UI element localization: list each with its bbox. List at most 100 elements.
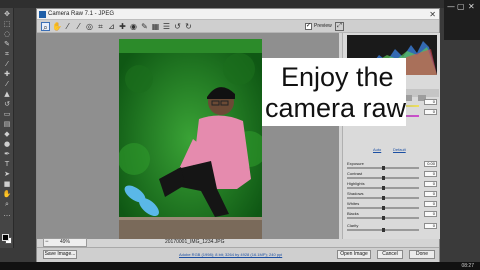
slider-label: Clarity: [347, 223, 359, 228]
zoom-minus-icon[interactable]: −: [45, 239, 49, 246]
caption-line-2: camera raw: [265, 93, 407, 123]
slider-value-field[interactable]: 0: [424, 191, 437, 197]
minimize-icon[interactable]: —: [447, 2, 455, 11]
slider-value-field[interactable]: 0.00: [424, 161, 437, 167]
camera-raw-toolbar: ⌕ ✋ ⁄ ⁄ ◎ ⌗ ⊿ ✚ ◉ ✎ ▦ ☰ ↺ ↻ ✓ Preview ⤢: [37, 20, 439, 33]
blur-tool-icon[interactable]: ◆: [2, 131, 12, 138]
slider-thumb[interactable]: [382, 176, 385, 180]
history-brush-icon[interactable]: ↺: [2, 101, 12, 108]
hand-tool-icon[interactable]: ✋: [2, 191, 12, 198]
workflow-options-link[interactable]: Adobe RGB (1998); 8 bit; 3264 by 4928 (1…: [179, 252, 282, 257]
slider-row-shadows: Shadows 0: [347, 191, 437, 200]
slider-thumb[interactable]: [382, 196, 385, 200]
crop-tool-icon[interactable]: ⌗: [2, 51, 12, 58]
slider-label: Exposure: [347, 161, 364, 166]
maximize-icon[interactable]: ▢: [457, 2, 465, 11]
zoom-level-control[interactable]: − 49%: [43, 238, 87, 247]
close-window-icon[interactable]: ✕: [468, 2, 475, 11]
move-tool-icon[interactable]: ✥: [2, 11, 12, 18]
stamp-tool-icon[interactable]: ▲: [2, 91, 12, 98]
marquee-tool-icon[interactable]: ⬚: [2, 21, 12, 28]
slider-thumb[interactable]: [382, 206, 385, 210]
slider-row-highlights: Highlights 0: [347, 181, 437, 190]
quick-select-tool-icon[interactable]: ✎: [2, 41, 12, 48]
preferences-icon[interactable]: ☰: [162, 22, 171, 31]
slider-row-contrast: Contrast 0: [347, 171, 437, 180]
dialog-titlebar: Camera Raw 7.1 - JPEG ✕: [37, 9, 439, 20]
slider-label: Whites: [347, 201, 360, 206]
slider-value-field[interactable]: 0: [424, 201, 437, 207]
slider-label: Shadows: [347, 191, 364, 196]
slider-row-clarity: Clarity 0: [347, 223, 437, 232]
cancel-button[interactable]: Cancel: [377, 250, 403, 259]
shape-tool-icon[interactable]: ■: [2, 181, 12, 188]
color-sampler-tool-icon[interactable]: ⁄: [74, 22, 83, 31]
slider-thumb[interactable]: [382, 216, 385, 220]
graduated-filter-icon[interactable]: ▦: [151, 22, 160, 31]
slider-thumb[interactable]: [382, 228, 385, 232]
default-link[interactable]: Default: [393, 147, 406, 152]
spot-removal-tool-icon[interactable]: ✚: [118, 22, 127, 31]
slider-row-exposure: Exposure 0.00: [347, 161, 437, 170]
hand-tool-icon[interactable]: ✋: [52, 22, 62, 31]
brush-tool-icon[interactable]: ⁄: [2, 81, 12, 88]
preview-checkbox[interactable]: ✓: [305, 23, 312, 30]
path-select-tool-icon[interactable]: ➤: [2, 171, 12, 178]
slider-row-whites: Whites 0: [347, 201, 437, 210]
slider-thumb[interactable]: [382, 186, 385, 190]
dodge-tool-icon[interactable]: ●: [2, 141, 12, 148]
camera-raw-dialog: Camera Raw 7.1 - JPEG ✕ ⌕ ✋ ⁄ ⁄ ◎ ⌗ ⊿ ✚ …: [36, 8, 440, 262]
crop-tool-icon[interactable]: ⌗: [96, 22, 105, 31]
photo-image: [119, 39, 262, 239]
slider-value-field[interactable]: 0: [424, 181, 437, 187]
windows-taskbar: 08:27: [0, 262, 480, 270]
targeted-adjustment-tool-icon[interactable]: ◎: [85, 22, 94, 31]
slider-value-field[interactable]: 0: [424, 99, 437, 105]
white-balance-tool-icon[interactable]: ⁄: [63, 22, 72, 31]
screen: ✥ ⬚ ◌ ✎ ⌗ ⁄ ✚ ⁄ ▲ ↺ ▭ ▤ ◆ ● ✒ T ➤ ■ ✋ ⌕ …: [0, 0, 480, 270]
photo-preview: [119, 39, 262, 239]
rotate-left-icon[interactable]: ↺: [173, 22, 182, 31]
healing-tool-icon[interactable]: ✚: [2, 71, 12, 78]
done-button[interactable]: Done: [409, 250, 435, 259]
lasso-tool-icon[interactable]: ◌: [2, 31, 12, 38]
foreground-color-swatch[interactable]: [2, 234, 9, 241]
fullscreen-icon[interactable]: ⤢: [335, 22, 344, 31]
slider-value-field[interactable]: 0: [424, 211, 437, 217]
eyedropper-tool-icon[interactable]: ⁄: [2, 61, 12, 68]
photoshop-toolbox: ✥ ⬚ ◌ ✎ ⌗ ⁄ ✚ ⁄ ▲ ↺ ▭ ▤ ◆ ● ✒ T ➤ ■ ✋ ⌕ …: [0, 8, 14, 248]
save-image-button[interactable]: Save Image...: [43, 250, 77, 259]
slider-value-field[interactable]: 0: [424, 171, 437, 177]
slider-label: Highlights: [347, 181, 365, 186]
dialog-footer: Save Image... Adobe RGB (1998); 8 bit; 3…: [37, 247, 439, 262]
eraser-tool-icon[interactable]: ▭: [2, 111, 12, 118]
photoshop-window-controls: — ▢ ✕: [444, 0, 480, 40]
zoom-tool-icon[interactable]: ⌕: [41, 22, 50, 32]
photoshop-menubar: [0, 0, 480, 8]
gradient-tool-icon[interactable]: ▤: [2, 121, 12, 128]
slider-row-blacks: Blacks 0: [347, 211, 437, 220]
zoom-level-value: 49%: [60, 239, 71, 245]
slider-thumb[interactable]: [382, 166, 385, 170]
slider-label: Contrast: [347, 171, 363, 176]
zoom-tool-icon[interactable]: ⌕: [2, 201, 12, 208]
dialog-close-button[interactable]: ✕: [429, 9, 436, 20]
slider-label: Blacks: [347, 211, 359, 216]
auto-link[interactable]: Auto: [373, 147, 381, 152]
red-eye-tool-icon[interactable]: ◉: [129, 22, 138, 31]
caption-line-1: Enjoy the: [281, 62, 394, 92]
preview-label: Preview: [314, 23, 332, 29]
more-tools-icon[interactable]: …: [2, 211, 12, 218]
rotate-right-icon[interactable]: ↻: [184, 22, 193, 31]
dialog-title: Camera Raw 7.1 - JPEG: [48, 11, 115, 17]
type-tool-icon[interactable]: T: [2, 161, 12, 168]
camera-raw-app-icon: [39, 11, 46, 18]
taskbar-clock: 08:27: [461, 263, 474, 269]
adjustment-brush-icon[interactable]: ✎: [140, 22, 149, 31]
straighten-tool-icon[interactable]: ⊿: [107, 22, 116, 31]
image-filename: 20170001_IMG_1234.JPG: [165, 239, 225, 245]
open-image-button[interactable]: Open Image: [337, 250, 371, 259]
pen-tool-icon[interactable]: ✒: [2, 151, 12, 158]
slider-value-field[interactable]: 0: [424, 109, 437, 115]
slider-value-field[interactable]: 0: [424, 223, 437, 229]
